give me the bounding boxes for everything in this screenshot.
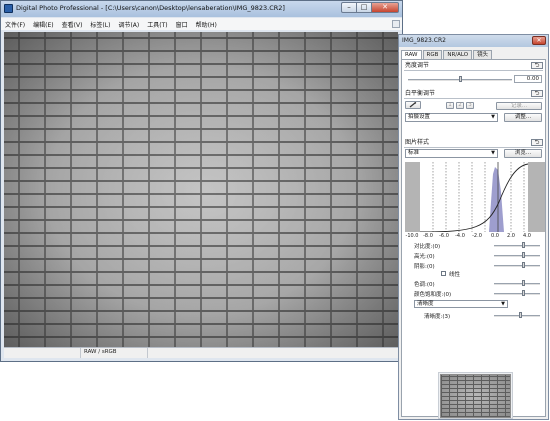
sharpness-label: 清晰度:(3)	[424, 314, 451, 320]
tick-label: -10.0	[405, 233, 419, 239]
tool-tabs: RAW RGB NR/ALO 镜头	[401, 50, 493, 59]
eyedropper-button[interactable]	[405, 101, 421, 109]
highlight-slider[interactable]	[494, 255, 540, 257]
eyedropper-icon	[409, 102, 417, 108]
minimize-button[interactable]: –	[341, 2, 357, 13]
sharpness-mode-select[interactable]: 清晰度 ▼	[414, 300, 508, 308]
menu-tools[interactable]: 工具(T)	[143, 20, 171, 29]
tool-palette: IMG_9823.CR2 ✕ RAW RGB NR/ALO 镜头 亮度调节 ⮌ …	[398, 34, 549, 420]
tick-label: -4.0	[455, 233, 465, 239]
app-icon	[4, 4, 13, 13]
brightness-section-header: 亮度调节 ⮌	[404, 62, 543, 71]
chevron-down-icon: ▼	[491, 150, 495, 156]
reset-icon: ⮌	[534, 139, 540, 146]
highlight-label: 高光:(0)	[414, 254, 435, 260]
brightness-value-field[interactable]: 0.00	[514, 75, 542, 83]
wb-preset-3-button[interactable]: 3	[466, 102, 474, 109]
menu-file[interactable]: 文件(F)	[1, 20, 29, 29]
wb-preset-2-button[interactable]: 2	[456, 102, 464, 109]
tone-curve-histogram[interactable]	[405, 162, 545, 232]
menu-help[interactable]: 帮助(H)	[192, 20, 221, 29]
title-bar[interactable]: Digital Photo Professional - [C:\Users\c…	[1, 1, 402, 17]
tick-label: 4.0	[523, 233, 531, 239]
tab-rgb[interactable]: RGB	[422, 50, 443, 59]
sharpness-slider[interactable]	[494, 315, 540, 317]
brightness-slider-thumb[interactable]	[459, 76, 462, 82]
white-balance-label: 白平衡调节	[405, 90, 436, 97]
saturation-slider-thumb[interactable]	[522, 290, 525, 296]
chevron-down-icon: ▼	[491, 114, 495, 120]
picture-style-reset-button[interactable]: ⮌	[531, 139, 543, 146]
sharpness-slider-thumb[interactable]	[519, 312, 522, 318]
wb-adjust-button[interactable]: 调整...	[504, 113, 542, 122]
window-title: Digital Photo Professional - [C:\Users\c…	[16, 4, 285, 12]
histogram-plot-area	[420, 162, 528, 232]
reset-icon: ⮌	[534, 62, 540, 69]
menu-edit[interactable]: 编辑(E)	[29, 20, 57, 29]
shadow-label: 阴影:(0)	[414, 264, 435, 270]
wb-register-button[interactable]: 记录...	[496, 102, 542, 110]
picture-style-label: 图片样式	[405, 139, 430, 146]
menu-view[interactable]: 查看(V)	[58, 20, 87, 29]
tone-slider-thumb[interactable]	[522, 280, 525, 286]
linear-label: 线性	[449, 272, 461, 278]
histogram-right-shade	[528, 162, 545, 232]
navigator-thumbnail[interactable]	[440, 374, 511, 418]
sharpness-mode-value: 清晰度	[417, 301, 434, 307]
tick-label: -2.0	[472, 233, 482, 239]
reset-icon: ⮌	[534, 90, 540, 97]
contrast-slider-thumb[interactable]	[522, 242, 525, 248]
status-color-space: RAW / sRGB	[81, 348, 148, 358]
white-balance-reset-button[interactable]: ⮌	[531, 90, 543, 97]
window-controls: – □ ✕	[341, 2, 399, 14]
status-cell	[4, 348, 81, 358]
menu-label[interactable]: 标签(L)	[86, 20, 114, 29]
white-balance-section-header: 白平衡调节 ⮌	[404, 90, 543, 99]
picture-style-value: 标准	[408, 150, 420, 156]
contrast-slider[interactable]	[494, 245, 540, 247]
tone-label: 色调:(0)	[414, 282, 435, 288]
saturation-slider[interactable]	[494, 293, 540, 295]
wb-mode-select[interactable]: 拍摄设置 ▼	[405, 113, 498, 122]
photo-vignette	[4, 32, 398, 348]
maximize-button[interactable]: □	[357, 2, 372, 13]
brightness-label: 亮度调节	[405, 62, 430, 69]
chevron-down-icon: ▼	[501, 301, 505, 307]
tab-raw[interactable]: RAW	[401, 50, 422, 59]
linear-checkbox[interactable]	[441, 271, 446, 276]
tick-label: -8.0	[423, 233, 433, 239]
tone-slider[interactable]	[494, 283, 540, 285]
shadow-slider-thumb[interactable]	[522, 262, 525, 268]
wb-preset-1-button[interactable]: 1	[446, 102, 454, 109]
tool-palette-title: IMG_9823.CR2	[402, 37, 446, 44]
menu-adjust[interactable]: 调节(A)	[114, 20, 143, 29]
tab-lens[interactable]: 镜头	[473, 50, 493, 59]
image-preview[interactable]	[4, 32, 398, 348]
close-button[interactable]: ✕	[372, 2, 399, 13]
contrast-label: 对比度:(0)	[414, 244, 441, 250]
tick-label: 2.0	[507, 233, 515, 239]
status-bar: RAW / sRGB	[4, 347, 399, 358]
picture-style-select[interactable]: 标准 ▼	[405, 149, 498, 158]
wb-mode-value: 拍摄设置	[408, 114, 431, 120]
tick-label: 0.0	[491, 233, 499, 239]
restore-icon[interactable]	[392, 20, 400, 28]
menu-bar: 文件(F) 编辑(E) 查看(V) 标签(L) 调节(A) 工具(T) 窗口 帮…	[1, 18, 402, 30]
main-window: Digital Photo Professional - [C:\Users\c…	[0, 0, 403, 362]
saturation-label: 颜色饱和度:(0)	[414, 292, 452, 298]
histogram-left-shade	[405, 162, 420, 232]
menu-window[interactable]: 窗口	[172, 20, 192, 29]
picture-style-browse-button[interactable]: 浏览...	[504, 149, 542, 158]
tab-nr-alo[interactable]: NR/ALO	[443, 50, 473, 59]
raw-panel: 亮度调节 ⮌ 0.00 白平衡调节 ⮌ 1 2 3 记录... 拍摄设置 ▼ 调…	[401, 59, 546, 419]
highlight-slider-thumb[interactable]	[522, 252, 525, 258]
shadow-slider[interactable]	[494, 265, 540, 267]
tool-palette-close-button[interactable]: ✕	[532, 36, 546, 45]
tick-label: -6.0	[439, 233, 449, 239]
tool-palette-title-bar[interactable]: IMG_9823.CR2 ✕	[399, 35, 548, 47]
picture-style-section-header: 图片样式 ⮌	[404, 139, 543, 148]
brightness-reset-button[interactable]: ⮌	[531, 62, 543, 69]
